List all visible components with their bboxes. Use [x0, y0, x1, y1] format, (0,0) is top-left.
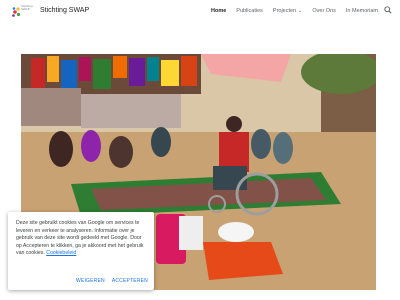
search-icon[interactable]: [384, 6, 392, 14]
nav-item-in-memoriam[interactable]: In Memoriam: [346, 8, 378, 14]
site-header: Stichting SWAP Stichting SWAP Home Publi…: [0, 0, 400, 24]
nav-item-publicaties[interactable]: Publicaties: [236, 8, 263, 14]
decline-cookies-button[interactable]: WEIGEREN: [76, 278, 105, 284]
logo-text: Stichting SWAP: [21, 4, 33, 11]
nav-item-projecten-label: Projecten: [272, 8, 297, 14]
nav-item-home[interactable]: Home: [211, 8, 226, 14]
cookie-message-text: Deze site gebruikt cookies van Google om…: [16, 220, 144, 257]
main-nav: Home Publicaties Projecten ⌄ Over Ons In…: [211, 8, 378, 14]
accept-cookies-button[interactable]: ACCEPTEREN: [112, 278, 148, 284]
cookie-policy-link[interactable]: Cookiebeleid: [46, 250, 76, 256]
cookie-actions: WEIGEREN ACCEPTEREN: [76, 278, 148, 284]
cookie-banner: Deze site gebruikt cookies van Google om…: [8, 212, 154, 290]
chevron-down-icon: ⌄: [298, 8, 303, 14]
site-title[interactable]: Stichting SWAP: [40, 7, 89, 14]
nav-item-projecten[interactable]: Projecten ⌄: [273, 8, 302, 14]
nav-item-over-ons[interactable]: Over Ons: [312, 8, 336, 14]
cookie-message: Deze site gebruikt cookies van Google om…: [16, 220, 146, 258]
